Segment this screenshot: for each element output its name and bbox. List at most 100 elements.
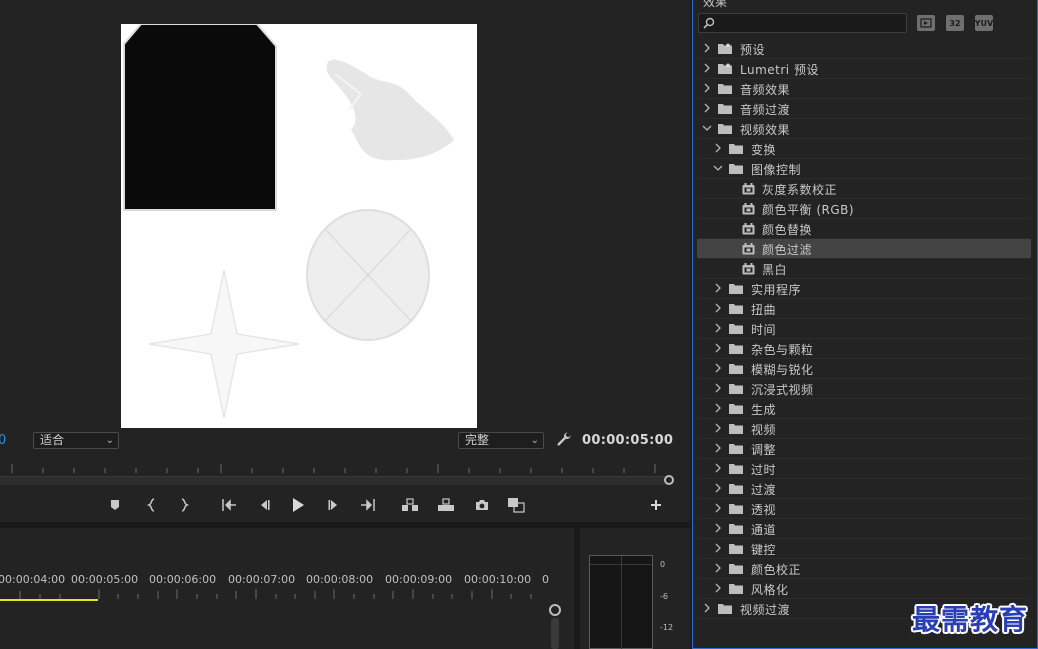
chevron-right-icon[interactable] — [713, 343, 723, 353]
effects-folder[interactable]: 沉浸式视频 — [697, 379, 1031, 399]
32bit-effects-toggle[interactable]: 32 — [946, 15, 964, 31]
chevron-right-icon[interactable] — [713, 283, 723, 293]
add-marker-button[interactable] — [104, 494, 126, 516]
comparison-view-button[interactable] — [505, 494, 527, 516]
chevron-right-icon[interactable] — [713, 523, 723, 533]
accelerated-effects-toggle[interactable] — [917, 15, 935, 31]
meter-db-label: -6 — [660, 592, 668, 601]
effects-folder[interactable]: 音频效果 — [697, 79, 1031, 99]
play-button[interactable] — [287, 494, 309, 516]
effects-folder[interactable]: 生成 — [697, 399, 1031, 419]
export-frame-button[interactable] — [471, 494, 493, 516]
mark-in-button[interactable] — [141, 494, 163, 516]
folder-icon — [729, 584, 743, 594]
chevron-right-icon[interactable] — [713, 583, 723, 593]
effect-item[interactable]: 颜色过滤 — [697, 239, 1031, 259]
button-editor-button[interactable] — [645, 494, 667, 516]
play-icon — [293, 498, 304, 512]
timeline-zoom-handle[interactable] — [549, 604, 561, 616]
effects-folder[interactable]: 杂色与颗粒 — [697, 339, 1031, 359]
time-ruler-label: 00:00:07:00 — [228, 573, 296, 586]
chevron-right-icon[interactable] — [713, 403, 723, 413]
effects-folder[interactable]: 扭曲 — [697, 299, 1031, 319]
folder-icon — [729, 464, 743, 474]
effect-item[interactable]: 黑白 — [697, 259, 1031, 279]
tree-item-label: 模糊与锐化 — [751, 363, 814, 377]
effects-folder[interactable]: 透视 — [697, 499, 1031, 519]
chevron-right-icon[interactable] — [713, 363, 723, 373]
effects-folder[interactable]: 视频 — [697, 419, 1031, 439]
chevron-right-icon[interactable] — [713, 463, 723, 473]
scrub-end-handle[interactable] — [664, 475, 674, 485]
folder-icon — [729, 524, 743, 534]
effects-folder[interactable]: 通道 — [697, 519, 1031, 539]
chevron-right-icon[interactable] — [702, 43, 712, 53]
chevron-right-icon[interactable] — [702, 103, 712, 113]
effects-folder[interactable]: 颜色校正 — [697, 559, 1031, 579]
effects-folder[interactable]: 视频效果 — [697, 119, 1031, 139]
extract-icon — [438, 498, 454, 511]
go-to-out-button[interactable] — [357, 494, 379, 516]
effects-folder[interactable]: 调整 — [697, 439, 1031, 459]
wrench-icon[interactable] — [556, 431, 572, 447]
chevron-right-icon[interactable] — [713, 543, 723, 553]
effects-folder[interactable]: 时间 — [697, 319, 1031, 339]
chevron-down-icon[interactable] — [713, 163, 723, 173]
effects-search-input[interactable] — [698, 13, 907, 33]
step-back-button[interactable] — [253, 494, 275, 516]
in-out-range-bar[interactable] — [0, 599, 98, 601]
accel-label: YUV — [974, 18, 994, 28]
playback-resolution-value: 完整 — [465, 433, 490, 447]
monitor-time-ruler[interactable] — [0, 460, 689, 474]
yuv-effects-toggle[interactable]: YUV — [975, 15, 993, 31]
go-to-in-button[interactable] — [218, 494, 240, 516]
monitor-scrub-bar[interactable] — [0, 476, 668, 485]
effects-folder[interactable]: 图像控制 — [697, 159, 1031, 179]
chevron-right-icon[interactable] — [702, 83, 712, 93]
zoom-fit-dropdown[interactable]: 适合 ⌄ — [33, 432, 119, 449]
mark-out-button[interactable] — [173, 494, 195, 516]
transport-controls — [0, 494, 689, 516]
chevron-right-icon[interactable] — [713, 383, 723, 393]
plus-icon — [651, 500, 661, 510]
timeline-vertical-scrollbar[interactable] — [551, 618, 559, 649]
step-forward-button[interactable] — [323, 494, 345, 516]
effect-item[interactable]: 颜色平衡 (RGB) — [697, 199, 1031, 219]
chevron-down-icon[interactable] — [702, 123, 712, 133]
effects-folder[interactable]: 预设 — [697, 39, 1031, 59]
comparison-view-icon — [508, 498, 525, 513]
playhead-timecode[interactable]: 0 — [0, 433, 6, 448]
effects-folder[interactable]: 过渡 — [697, 479, 1031, 499]
chevron-right-icon[interactable] — [702, 603, 712, 613]
folder-icon — [729, 144, 743, 154]
program-frame[interactable] — [121, 24, 477, 428]
chevron-right-icon[interactable] — [713, 423, 723, 433]
chevron-right-icon[interactable] — [713, 323, 723, 333]
extract-button[interactable] — [435, 494, 457, 516]
lift-button[interactable] — [399, 494, 421, 516]
effects-folder[interactable]: 变换 — [697, 139, 1031, 159]
effects-folder[interactable]: 过时 — [697, 459, 1031, 479]
folder-icon — [718, 604, 732, 614]
chevron-right-icon[interactable] — [702, 63, 712, 73]
effects-folder[interactable]: 实用程序 — [697, 279, 1031, 299]
folder-icon — [718, 124, 732, 134]
chevron-right-icon[interactable] — [713, 303, 723, 313]
tree-item-label: 颜色平衡 (RGB) — [762, 203, 855, 217]
effect-item[interactable]: 颜色替换 — [697, 219, 1031, 239]
meter-channel-divider — [621, 556, 622, 649]
effects-folder[interactable]: 音频过渡 — [697, 99, 1031, 119]
effects-folder[interactable]: 风格化 — [697, 579, 1031, 599]
effects-folder[interactable]: Lumetri 预设 — [697, 59, 1031, 79]
chevron-right-icon[interactable] — [713, 563, 723, 573]
chevron-right-icon[interactable] — [713, 483, 723, 493]
effect-item[interactable]: 灰度系数校正 — [697, 179, 1031, 199]
effects-folder[interactable]: 键控 — [697, 539, 1031, 559]
playback-resolution-dropdown[interactable]: 完整 ⌄ — [458, 432, 544, 449]
chevron-right-icon[interactable] — [713, 443, 723, 453]
chevron-right-icon[interactable] — [713, 143, 723, 153]
chevron-right-icon[interactable] — [713, 503, 723, 513]
effects-folder[interactable]: 模糊与锐化 — [697, 359, 1031, 379]
effects-panel-title[interactable]: 效果 — [703, 0, 727, 10]
time-ruler-label: 00:00:06:00 — [149, 573, 217, 586]
